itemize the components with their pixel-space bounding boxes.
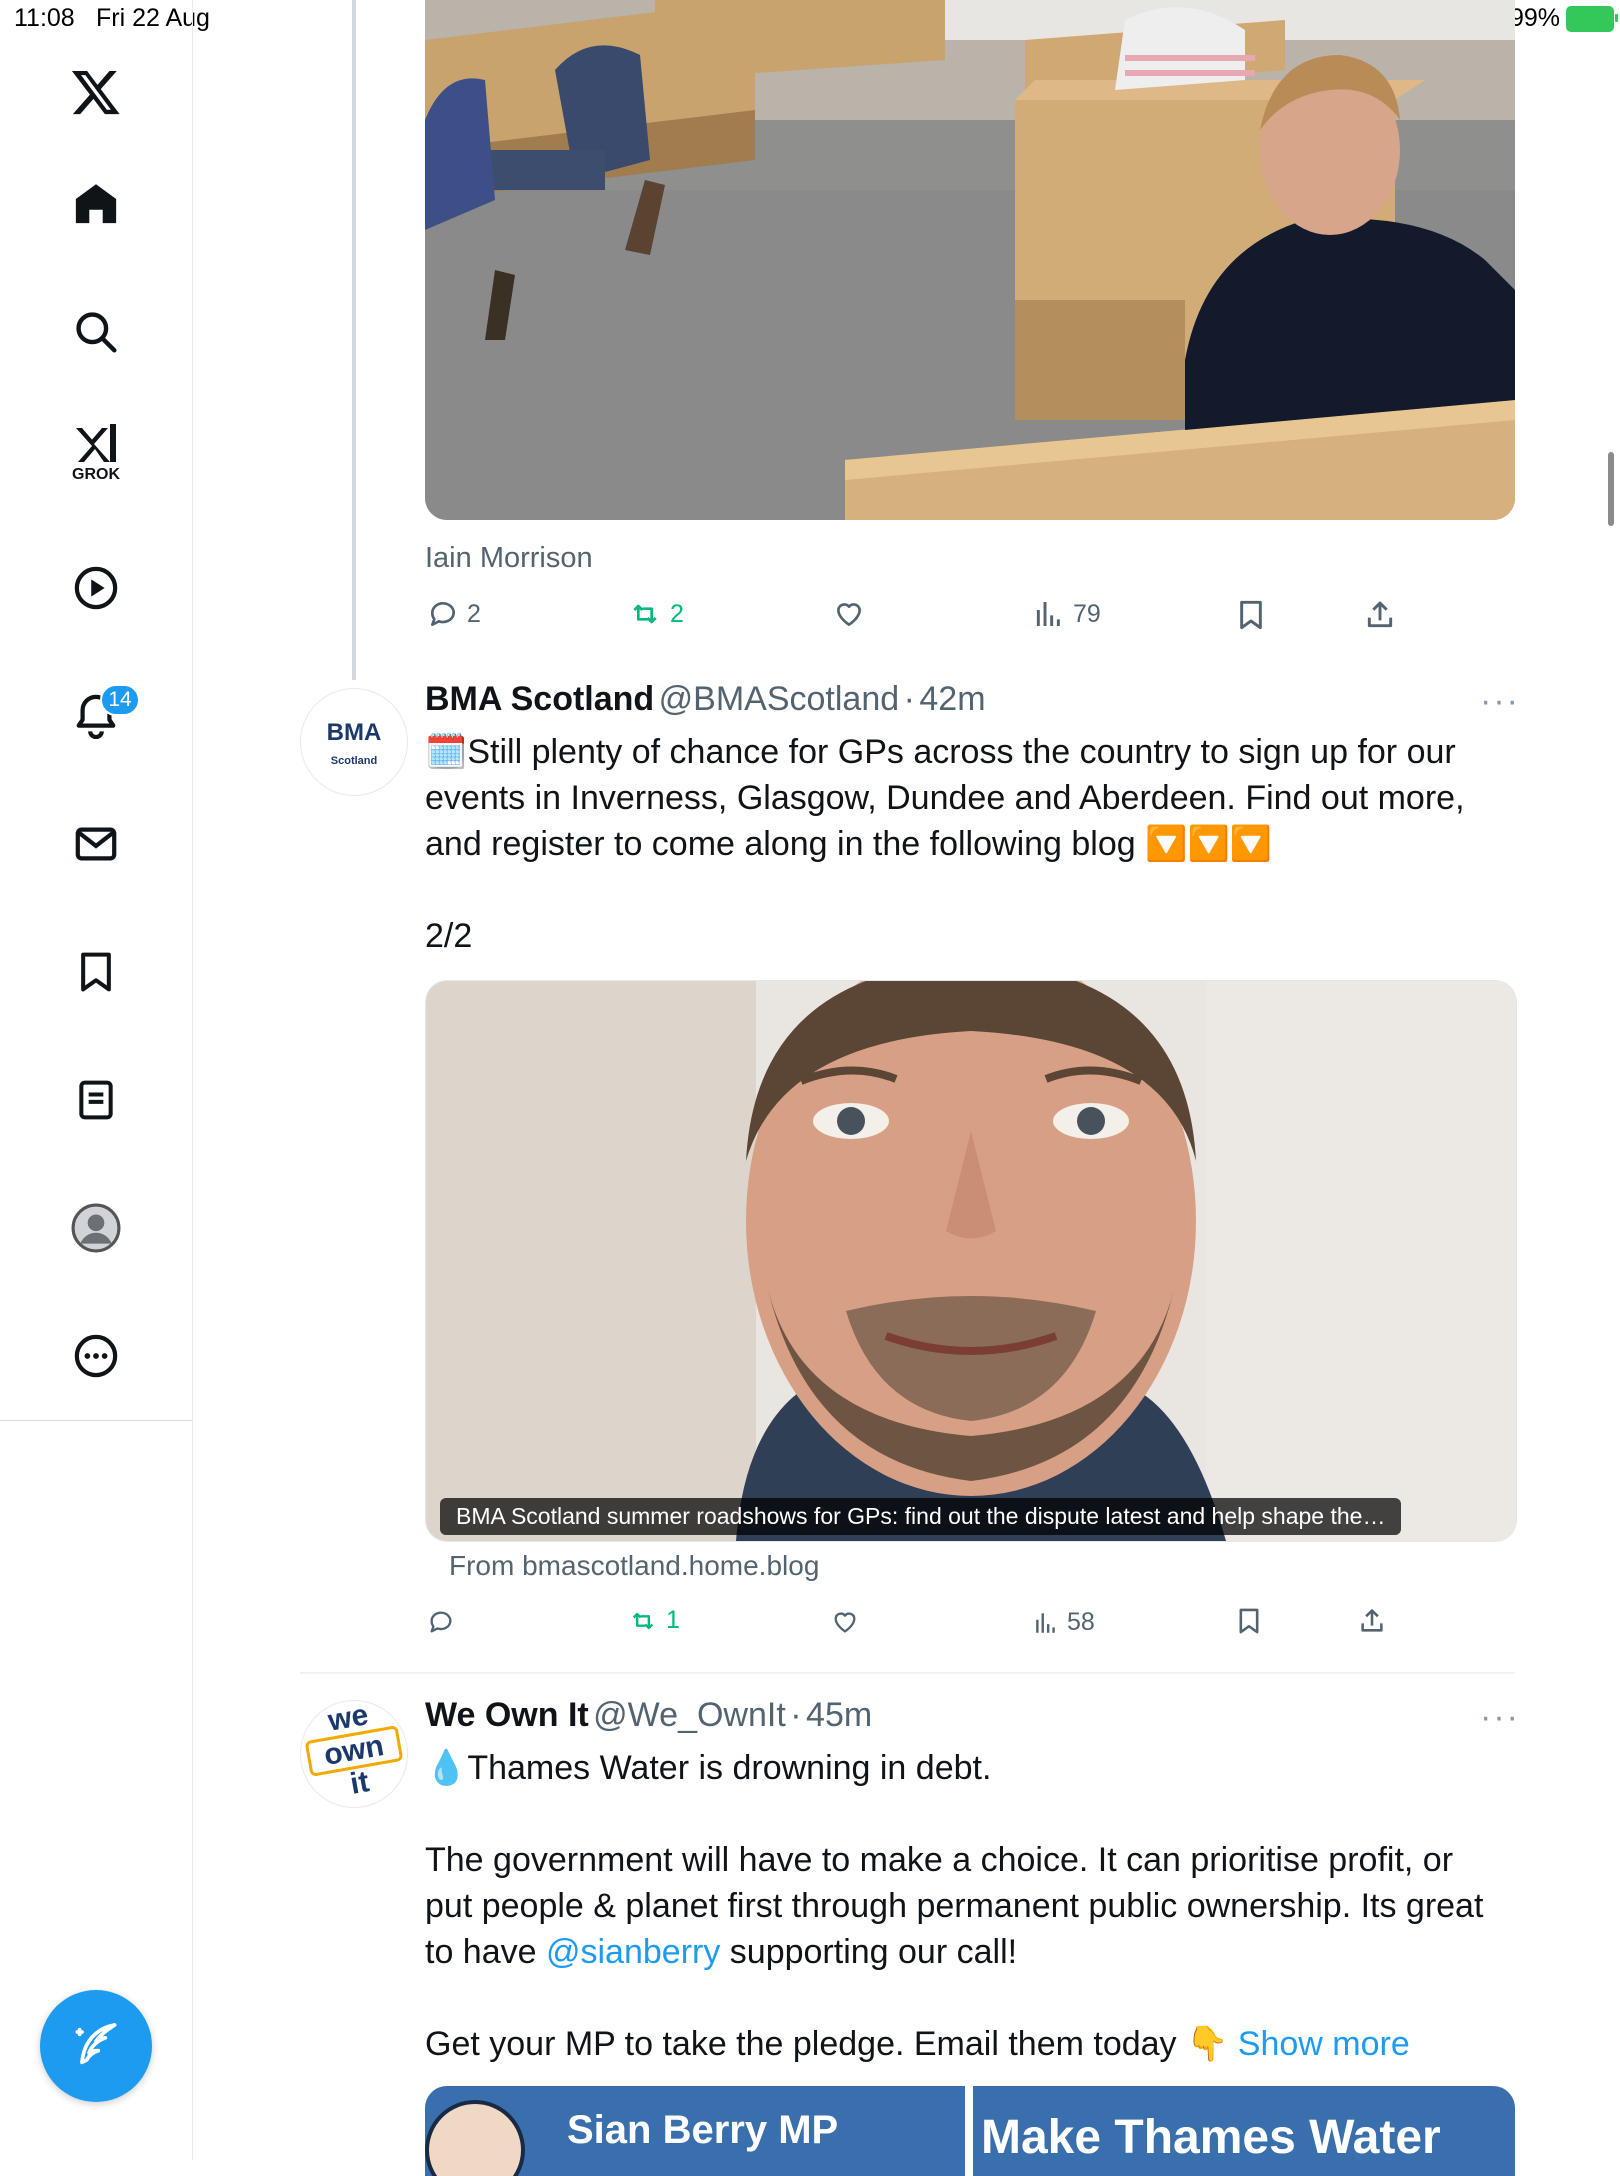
- heart-icon: [837, 603, 861, 626]
- post-text-line: 2/2: [425, 917, 473, 955]
- post-text-fragment: Get your MP to take the pledge. Email th…: [425, 2025, 1229, 2063]
- more-options-button[interactable]: ···: [1480, 682, 1520, 721]
- compose-button[interactable]: [40, 1990, 152, 2102]
- image-caption: Iain Morrison: [425, 542, 593, 574]
- more-options-button[interactable]: ···: [1480, 1698, 1520, 1737]
- share-button[interactable]: [1364, 598, 1396, 632]
- show-more-link[interactable]: Show more: [1238, 2025, 1410, 2063]
- post-text-line: 🗓️Still plenty of chance for GPs across …: [425, 733, 1456, 771]
- share-icon: [1367, 601, 1393, 628]
- views-icon: [1036, 602, 1060, 626]
- post-text-line: Get your MP to take the pledge. Email th…: [425, 2021, 1520, 2067]
- bookmark-button[interactable]: [1235, 598, 1267, 632]
- author-handle[interactable]: @We_OwnIt: [593, 1696, 786, 1734]
- bookmark-button[interactable]: [1235, 1606, 1263, 1636]
- profile-avatar-icon[interactable]: [62, 1194, 130, 1262]
- bookmark-icon[interactable]: [62, 938, 130, 1006]
- author-handle[interactable]: @BMAScotland: [659, 680, 900, 718]
- repost-count: 2: [670, 599, 684, 628]
- repost-icon: [632, 1612, 654, 1629]
- like-button[interactable]: [832, 598, 866, 630]
- bookmark-icon: [1240, 600, 1262, 630]
- views-count: 79: [1073, 599, 1101, 628]
- reply-button[interactable]: 2: [427, 598, 481, 630]
- link-card-source[interactable]: From bmascotland.home.blog: [449, 1550, 819, 1582]
- separator: ·: [790, 1696, 802, 1734]
- views-button[interactable]: 58: [1033, 1608, 1095, 1637]
- post-time[interactable]: 45m: [806, 1696, 872, 1734]
- post-image-campaign[interactable]: Sian Berry MP Make Thames Water: [425, 2086, 1515, 2176]
- grok-icon[interactable]: GROK: [62, 418, 130, 486]
- post-text-line: to have @sianberry supporting our call!: [425, 1929, 1520, 1975]
- post-header: We Own It @We_OwnIt · 45m: [425, 1696, 872, 1735]
- heart-icon: [834, 1612, 856, 1633]
- home-icon[interactable]: [62, 170, 130, 238]
- separator: ·: [903, 680, 915, 718]
- video-play-icon[interactable]: [62, 554, 130, 622]
- battery-percent: 99%: [1509, 4, 1560, 32]
- image-split: [965, 2086, 973, 2176]
- post-text-fragment: to have: [425, 1933, 546, 1971]
- reply-button[interactable]: [427, 1608, 463, 1636]
- person-photo: [425, 2100, 525, 2176]
- mention-link[interactable]: @sianberry: [546, 1933, 720, 1971]
- link-card-title: BMA Scotland summer roadshows for GPs: f…: [440, 1498, 1402, 1535]
- lists-icon[interactable]: [62, 1066, 130, 1134]
- like-button[interactable]: [830, 1608, 860, 1636]
- link-card-image: [426, 981, 1516, 1541]
- link-card[interactable]: BMA Scotland summer roadshows for GPs: f…: [425, 980, 1517, 1542]
- author-name[interactable]: We Own It: [425, 1696, 589, 1734]
- post-text-line: The government will have to make a choic…: [425, 1841, 1454, 1879]
- bookmark-icon: [1239, 1608, 1259, 1634]
- post-header: BMA Scotland @BMAScotland · 42m: [425, 680, 986, 719]
- post-text: 🗓️Still plenty of chance for GPs across …: [425, 729, 1520, 959]
- reply-icon: [431, 602, 455, 626]
- avatar-logo-text: BMA: [326, 719, 382, 746]
- repost-icon: [633, 604, 657, 624]
- post-text-line: 💧Thames Water is drowning in debt.: [425, 1749, 992, 1787]
- share-button[interactable]: [1358, 1606, 1386, 1636]
- views-count: 58: [1067, 1608, 1095, 1636]
- x-logo-icon[interactable]: [62, 58, 130, 126]
- battery-icon: [1566, 5, 1618, 32]
- mail-icon[interactable]: [62, 810, 130, 878]
- avatar-logo-sub: Scotland: [330, 755, 378, 767]
- scrollbar[interactable]: [1608, 452, 1614, 526]
- avatar-logo-text: we own it: [301, 1701, 407, 1807]
- post-text: 💧Thames Water is drowning in debt. The g…: [425, 1745, 1520, 2067]
- search-icon[interactable]: [62, 298, 130, 366]
- post-text-line: and register to come along in the follow…: [425, 825, 1273, 863]
- repost-button[interactable]: 1: [628, 1606, 680, 1635]
- share-icon: [1361, 1609, 1383, 1632]
- repost-count: 1: [666, 1606, 680, 1634]
- post-text-line: put people & planet first through perman…: [425, 1887, 1484, 1925]
- author-name[interactable]: BMA Scotland: [425, 680, 654, 718]
- more-circle-icon[interactable]: [62, 1322, 130, 1390]
- reply-icon: [430, 1611, 452, 1633]
- repost-button[interactable]: 2: [628, 598, 684, 630]
- post-text-fragment: supporting our call!: [720, 1933, 1018, 1971]
- image-text-left: Sian Berry MP: [567, 2108, 839, 2152]
- grok-label: GROK: [72, 466, 120, 483]
- views-icon: [1036, 1612, 1055, 1633]
- post-divider: [300, 1672, 1515, 1674]
- image-text-right: Make Thames Water: [981, 2111, 1441, 2164]
- sidebar-divider: [0, 1420, 192, 1421]
- thread-line: [352, 0, 356, 680]
- avatar[interactable]: we own it: [300, 1700, 408, 1808]
- avatar[interactable]: BMA Scotland: [300, 688, 408, 796]
- post-image-classroom[interactable]: [425, 0, 1515, 520]
- notification-badge: 14: [100, 684, 140, 716]
- reply-count: 2: [467, 599, 481, 628]
- compose-post-icon: [75, 2023, 117, 2065]
- post-time[interactable]: 42m: [919, 680, 985, 718]
- views-button[interactable]: 79: [1033, 598, 1101, 630]
- post-text-line: events in Inverness, Glasgow, Dundee and…: [425, 779, 1465, 817]
